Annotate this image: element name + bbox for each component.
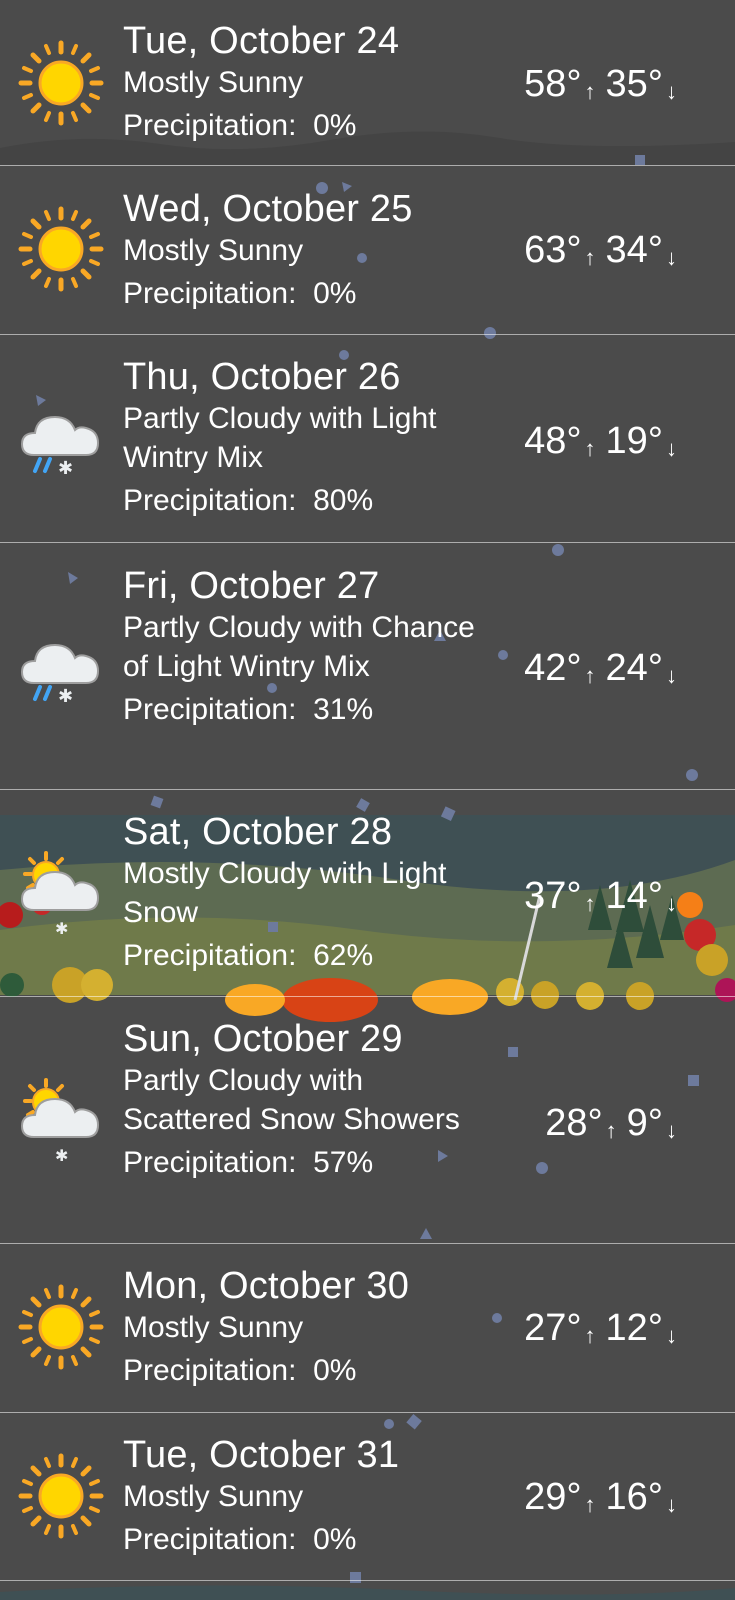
cloud-wintry-mix-icon (21, 644, 99, 709)
forecast-condition: Mostly Sunny (123, 1311, 304, 1344)
high-temp: 28° (545, 1102, 603, 1144)
arrow-down-icon: ↓ (666, 245, 677, 270)
forecast-day: Wed, October 25 (123, 188, 413, 230)
arrow-down-icon: ↓ (666, 1118, 677, 1143)
high-temp: 63° (524, 229, 582, 271)
forecast-precipitation: Precipitation: 57% (123, 1146, 374, 1179)
forecast-day: Thu, October 26 (123, 356, 401, 398)
arrow-down-icon: ↓ (666, 891, 677, 916)
low-temp: 12° (605, 1307, 663, 1349)
forecast-temps: 42° ↑ 24° ↓ (524, 646, 677, 695)
forecast-row[interactable]: Mon, October 30 Mostly Sunny Precipitati… (0, 1244, 735, 1413)
sun-cloud-snow-icon (21, 1078, 99, 1163)
forecast-row[interactable]: Tue, October 24 Mostly Sunny Precipitati… (0, 0, 735, 166)
forecast-temps: 37° ↑ 14° ↓ (524, 874, 677, 923)
forecast-day: Fri, October 27 (123, 565, 380, 607)
low-temp: 24° (605, 647, 663, 689)
low-temp: 14° (605, 875, 663, 917)
arrow-down-icon: ↓ (666, 436, 677, 461)
forecast-row[interactable]: Sat, October 28 Mostly Cloudy with Light… (0, 790, 735, 997)
arrow-up-icon: ↑ (584, 663, 596, 688)
sun-icon (18, 40, 104, 126)
forecast-condition: Mostly Sunny (123, 1480, 304, 1513)
sun-icon (18, 1453, 104, 1539)
forecast-row[interactable]: Fri, October 27 Partly Cloudy with Chanc… (0, 543, 735, 790)
arrow-down-icon: ↓ (666, 1492, 677, 1517)
forecast-precipitation: Precipitation: 0% (123, 1523, 357, 1556)
forecast-precipitation: Precipitation: 31% (123, 693, 374, 726)
forecast-row[interactable]: Sun, October 29 Partly Cloudy with Scatt… (0, 997, 735, 1244)
arrow-up-icon: ↑ (584, 891, 596, 916)
forecast-temps: 27° ↑ 12° ↓ (524, 1306, 677, 1355)
high-temp: 37° (524, 875, 582, 917)
forecast-precipitation: Precipitation: 0% (123, 109, 357, 142)
forecast-temps: 28° ↑ 9° ↓ (545, 1101, 677, 1150)
forecast-row[interactable]: Tue, October 31 Mostly Sunny Precipitati… (0, 1413, 735, 1581)
low-temp: 35° (605, 63, 663, 105)
forecast-condition: Mostly Sunny (123, 66, 304, 99)
low-temp: 9° (626, 1102, 663, 1144)
high-temp: 48° (524, 420, 582, 462)
cloud-wintry-mix-icon (21, 416, 99, 481)
forecast-precipitation: Precipitation: 80% (123, 484, 374, 517)
forecast-condition: Mostly Sunny (123, 234, 304, 267)
forecast-row[interactable]: Thu, October 26 Partly Cloudy with Light… (0, 335, 735, 543)
forecast-precipitation: Precipitation: 0% (123, 1354, 357, 1387)
high-temp: 58° (524, 63, 582, 105)
sun-icon (18, 1284, 104, 1370)
forecast-temps: 48° ↑ 19° ↓ (524, 419, 677, 468)
arrow-up-icon: ↑ (584, 1323, 596, 1348)
arrow-up-icon: ↑ (584, 79, 596, 104)
forecast-day: Mon, October 30 (123, 1265, 410, 1307)
arrow-down-icon: ↓ (666, 663, 677, 688)
forecast-condition: Partly Cloudy with Scattered Snow Shower… (123, 1064, 460, 1136)
high-temp: 29° (524, 1476, 582, 1518)
high-temp: 42° (524, 647, 582, 689)
forecast-precipitation: Precipitation: 62% (123, 939, 374, 972)
forecast-day: Tue, October 31 (123, 1434, 400, 1476)
forecast-condition: Partly Cloudy with Chance of Light Wintr… (123, 611, 475, 683)
arrow-down-icon: ↓ (666, 1323, 677, 1348)
sun-icon (18, 206, 104, 292)
forecast-temps: 58° ↑ 35° ↓ (524, 62, 677, 111)
low-temp: 19° (605, 420, 663, 462)
forecast-row[interactable]: Wed, October 25 Mostly Sunny Precipitati… (0, 166, 735, 335)
forecast-temps: 29° ↑ 16° ↓ (524, 1475, 677, 1524)
low-temp: 16° (605, 1476, 663, 1518)
forecast-condition: Partly Cloudy with Light Wintry Mix (123, 402, 437, 474)
forecast-temps: 63° ↑ 34° ↓ (524, 228, 677, 277)
arrow-up-icon: ↑ (605, 1118, 617, 1143)
forecast-day: Sun, October 29 (123, 1018, 403, 1060)
high-temp: 27° (524, 1307, 582, 1349)
forecast-day: Tue, October 24 (123, 20, 400, 62)
forecast-condition: Mostly Cloudy with Light Snow (123, 857, 447, 929)
low-temp: 34° (605, 229, 663, 271)
forecast-day: Sat, October 28 (123, 811, 393, 853)
sun-cloud-snow-icon (21, 851, 99, 936)
arrow-up-icon: ↑ (584, 1492, 596, 1517)
arrow-up-icon: ↑ (584, 436, 596, 461)
arrow-down-icon: ↓ (666, 79, 677, 104)
forecast-precipitation: Precipitation: 0% (123, 277, 357, 310)
arrow-up-icon: ↑ (584, 245, 596, 270)
